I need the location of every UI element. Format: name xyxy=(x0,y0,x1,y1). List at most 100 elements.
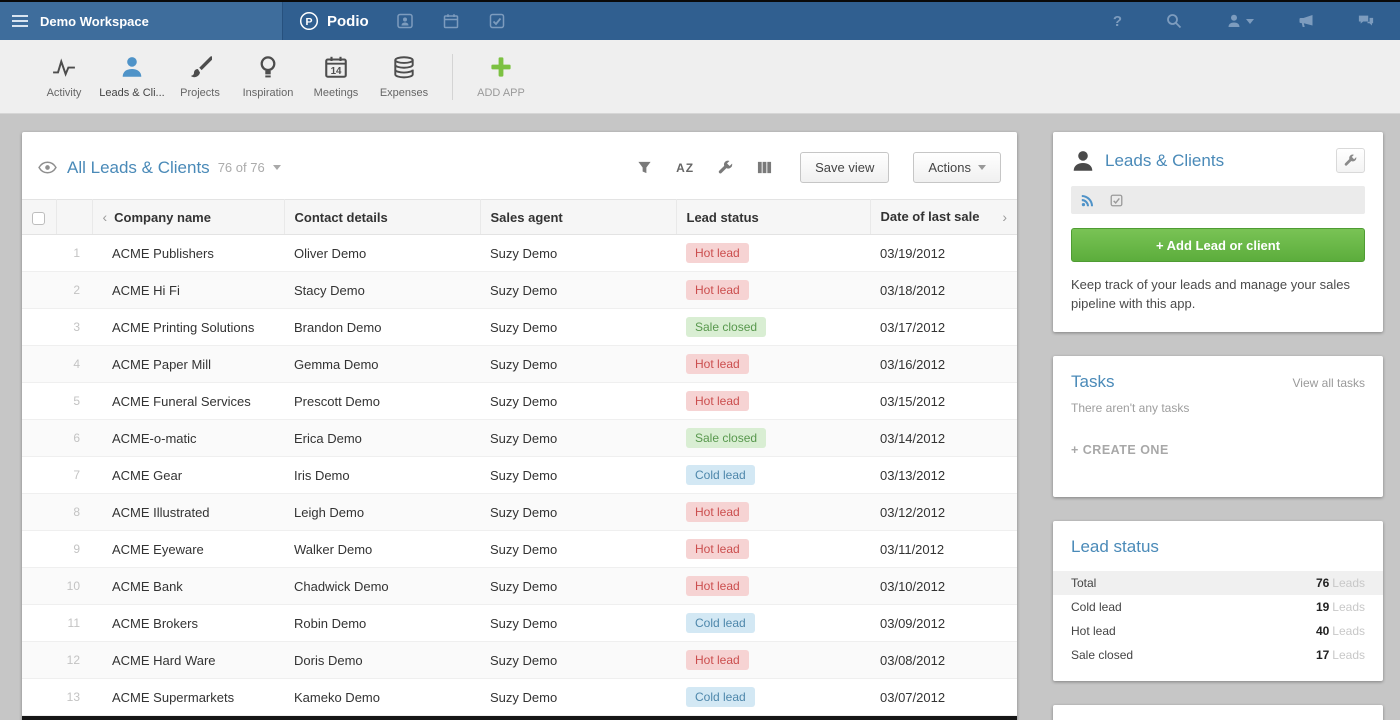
company-cell[interactable]: ACME Funeral Services xyxy=(92,382,284,420)
company-cell[interactable]: ACME Paper Mill xyxy=(92,345,284,383)
row-select-cell[interactable] xyxy=(22,308,56,346)
app-settings-button[interactable] xyxy=(1336,148,1365,173)
row-number: 3 xyxy=(56,308,92,346)
eye-icon[interactable] xyxy=(38,161,57,174)
company-cell[interactable]: ACME-o-matic xyxy=(92,419,284,457)
date-cell: 03/14/2012 xyxy=(870,419,1017,457)
app-item-inspiration[interactable]: Inspiration xyxy=(234,54,302,99)
row-select-cell[interactable] xyxy=(22,530,56,568)
profile-icon[interactable] xyxy=(1226,13,1254,29)
search-icon[interactable] xyxy=(1166,13,1182,29)
sort-icon[interactable]: AZ xyxy=(676,161,694,175)
row-number: 12 xyxy=(56,641,92,679)
row-select-cell[interactable] xyxy=(22,382,56,420)
date-cell: 03/08/2012 xyxy=(870,641,1017,679)
row-select-cell[interactable] xyxy=(22,234,56,272)
tasks-icon[interactable] xyxy=(489,13,505,29)
column-header-company[interactable]: ‹ Company name xyxy=(92,199,285,235)
settings-wrench-icon[interactable] xyxy=(718,160,733,175)
table-row[interactable]: 6 ACME-o-matic Erica Demo Suzy Demo Sale… xyxy=(22,419,1017,457)
create-task-link[interactable]: + CREATE ONE xyxy=(1071,443,1169,457)
table-row[interactable]: 9 ACME Eyeware Walker Demo Suzy Demo Hot… xyxy=(22,530,1017,568)
company-cell[interactable]: ACME Printing Solutions xyxy=(92,308,284,346)
table-row[interactable]: 5 ACME Funeral Services Prescott Demo Su… xyxy=(22,382,1017,420)
table-row[interactable]: 2 ACME Hi Fi Stacy Demo Suzy Demo Hot le… xyxy=(22,271,1017,309)
add-app-button[interactable]: ADD APP xyxy=(467,54,535,99)
row-select-cell[interactable] xyxy=(22,604,56,642)
chat-icon[interactable] xyxy=(1358,13,1374,29)
workspace-switcher[interactable]: Demo Workspace xyxy=(0,2,283,40)
app-item-activity[interactable]: Activity xyxy=(30,54,98,99)
row-select-cell[interactable] xyxy=(22,567,56,605)
company-cell[interactable]: ACME Publishers xyxy=(92,234,284,272)
company-cell[interactable]: ACME Gear xyxy=(92,456,284,494)
table-row[interactable]: 3 ACME Printing Solutions Brandon Demo S… xyxy=(22,308,1017,346)
table-layout-icon[interactable] xyxy=(757,160,772,175)
contact-cell: Prescott Demo xyxy=(284,382,480,420)
lead-status-badge: Hot lead xyxy=(686,650,749,670)
table-row[interactable]: 4 ACME Paper Mill Gemma Demo Suzy Demo H… xyxy=(22,345,1017,383)
app-tasks-icon[interactable] xyxy=(1110,194,1123,207)
workspace-name: Demo Workspace xyxy=(40,13,149,29)
announcements-icon[interactable] xyxy=(1298,13,1314,29)
table-row[interactable]: 1 ACME Publishers Oliver Demo Suzy Demo … xyxy=(22,234,1017,272)
meetings-icon: 14 xyxy=(324,54,348,80)
column-header-status[interactable]: Lead status xyxy=(676,199,871,235)
company-cell[interactable]: ACME Supermarkets xyxy=(92,678,284,716)
app-item-meetings[interactable]: 14 Meetings xyxy=(302,54,370,99)
horizontal-scrollbar[interactable] xyxy=(22,716,1017,720)
company-cell[interactable]: ACME Bank xyxy=(92,567,284,605)
company-cell[interactable]: ACME Illustrated xyxy=(92,493,284,531)
column-header-contact[interactable]: Contact details xyxy=(284,199,481,235)
app-item-leads-clients[interactable]: Leads & Cli... xyxy=(98,54,166,99)
table-row[interactable]: 8 ACME Illustrated Leigh Demo Suzy Demo … xyxy=(22,493,1017,531)
filter-icon[interactable] xyxy=(637,160,652,175)
table-row[interactable]: 11 ACME Brokers Robin Demo Suzy Demo Col… xyxy=(22,604,1017,642)
company-cell[interactable]: ACME Hi Fi xyxy=(92,271,284,309)
top-navigation xyxy=(396,13,505,29)
save-view-button[interactable]: Save view xyxy=(800,152,890,183)
activity-icon xyxy=(52,54,76,80)
podio-logo[interactable]: P Podio xyxy=(299,11,369,31)
app-item-expenses[interactable]: Expenses xyxy=(370,54,438,99)
add-lead-button[interactable]: + Add Lead or client xyxy=(1071,228,1365,262)
row-select-cell[interactable] xyxy=(22,641,56,679)
scroll-columns-right-icon[interactable]: › xyxy=(1002,209,1007,225)
contacts-icon[interactable] xyxy=(396,13,413,29)
help-icon[interactable]: ? xyxy=(1113,13,1122,30)
company-cell[interactable]: ACME Eyeware xyxy=(92,530,284,568)
select-all-checkbox[interactable] xyxy=(32,211,45,225)
date-cell: 03/13/2012 xyxy=(870,456,1017,494)
table-row[interactable]: 7 ACME Gear Iris Demo Suzy Demo Cold lea… xyxy=(22,456,1017,494)
view-title[interactable]: All Leads & Clients xyxy=(67,158,210,178)
row-select-cell[interactable] xyxy=(22,345,56,383)
app-item-projects[interactable]: Projects xyxy=(166,54,234,99)
table-row[interactable]: 13 ACME Supermarkets Kameko Demo Suzy De… xyxy=(22,678,1017,716)
row-select-cell[interactable] xyxy=(22,678,56,716)
row-select-cell[interactable] xyxy=(22,456,56,494)
contact-cell: Brandon Demo xyxy=(284,308,480,346)
company-cell[interactable]: ACME Hard Ware xyxy=(92,641,284,679)
company-cell[interactable]: ACME Brokers xyxy=(92,604,284,642)
actions-button[interactable]: Actions xyxy=(913,152,1001,183)
top-right-actions: ? xyxy=(1113,13,1374,30)
scroll-columns-left-icon[interactable]: ‹ xyxy=(103,209,108,225)
column-header-agent[interactable]: Sales agent xyxy=(480,199,677,235)
menu-icon[interactable] xyxy=(12,15,28,27)
actions-chevron-down-icon xyxy=(978,165,986,170)
status-unit: Leads xyxy=(1332,599,1365,614)
column-header-date[interactable]: Date of last sale › xyxy=(870,199,1017,235)
appbar-divider xyxy=(452,53,453,100)
row-select-cell[interactable] xyxy=(22,419,56,457)
follow-rss-icon[interactable] xyxy=(1081,194,1094,207)
row-select-cell[interactable] xyxy=(22,493,56,531)
table-row[interactable]: 12 ACME Hard Ware Doris Demo Suzy Demo H… xyxy=(22,641,1017,679)
status-cell: Sale closed xyxy=(676,308,870,346)
row-select-cell[interactable] xyxy=(22,271,56,309)
agent-cell: Suzy Demo xyxy=(480,530,676,568)
view-all-tasks-link[interactable]: View all tasks xyxy=(1293,376,1365,390)
calendar-icon[interactable] xyxy=(443,13,459,29)
table-row[interactable]: 10 ACME Bank Chadwick Demo Suzy Demo Hot… xyxy=(22,567,1017,605)
view-chevron-down-icon[interactable] xyxy=(272,165,281,170)
app-label: Inspiration xyxy=(242,87,294,99)
